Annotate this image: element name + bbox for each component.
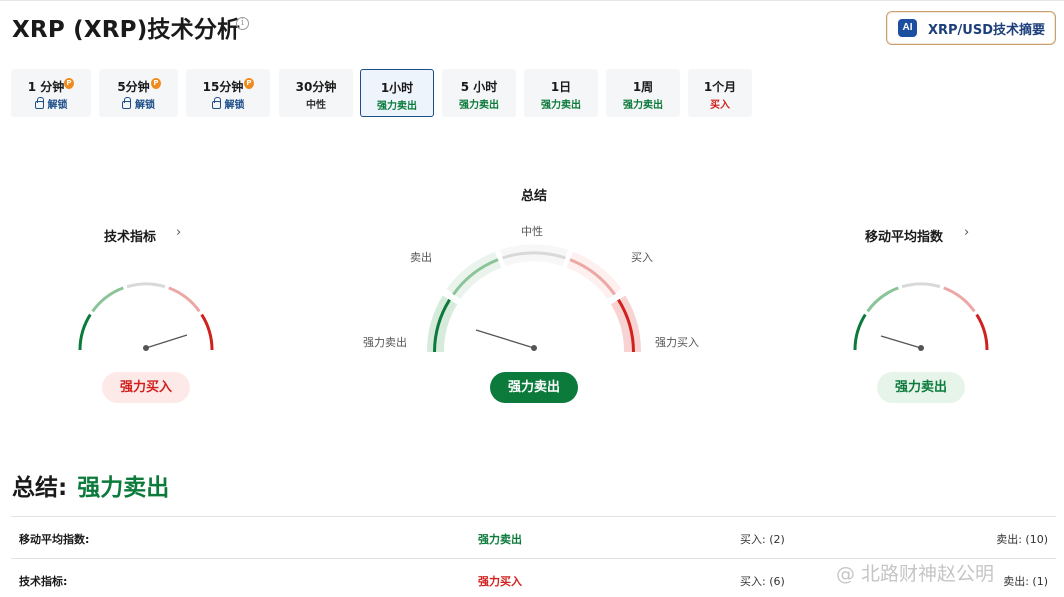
ai-summary-label: XRP/USD技术摘要 <box>928 22 1046 38</box>
tab-sub: 解锁 <box>11 96 91 111</box>
tab-label: 1个月 <box>703 80 737 94</box>
summary-gauge <box>426 244 642 353</box>
gauge-needle <box>475 329 535 349</box>
gauge-pivot <box>143 345 149 351</box>
gauge-label-neutral: 中性 <box>521 225 543 238</box>
row-value: 强力卖出 <box>478 533 522 546</box>
tab-sub: 中性 <box>306 100 326 111</box>
table-row: 移动平均指数: 强力卖出 买入: (2) 卖出: (10) <box>11 516 1056 558</box>
row-name: 技术指标: <box>19 575 68 588</box>
gauge-seg-sell <box>91 286 124 313</box>
gauge-pivot <box>531 345 537 351</box>
gauge-seg-strong-sell <box>78 313 92 351</box>
gauge-needle <box>145 334 188 349</box>
lock-icon <box>211 97 221 109</box>
gauge-needle <box>880 335 922 349</box>
lock-icon <box>34 97 44 109</box>
gauge-fill-strong-buy <box>610 295 642 352</box>
tab-label: 1小时 <box>380 81 414 95</box>
chevron-right-icon[interactable]: › <box>964 225 969 240</box>
gauge-seg-buy <box>943 286 976 313</box>
gauge-seg-buy <box>168 286 201 313</box>
summary-result-badge: 强力卖出 <box>490 372 578 403</box>
tab-1week[interactable]: 1周 强力卖出 <box>606 69 680 117</box>
gauge-seg-strong-buy <box>200 313 214 351</box>
ai-summary-button[interactable]: AI XRP/USD技术摘要 <box>886 11 1056 45</box>
tab-sub: 解锁 <box>186 96 270 111</box>
technical-gauge <box>78 282 214 351</box>
moving-avg-result-badge: 强力卖出 <box>877 372 965 403</box>
tab-sub: 强力卖出 <box>377 101 417 112</box>
tab-sub: 强力卖出 <box>623 100 663 111</box>
gauge-label-strong-sell: 强力卖出 <box>363 336 407 349</box>
row-buy-count: 买入: (2) <box>740 533 785 546</box>
gauge-label-strong-buy: 强力买入 <box>655 336 699 349</box>
row-buy-count: 买入: (6) <box>740 575 785 588</box>
tab-sub: 买入 <box>710 100 730 111</box>
tab-1day[interactable]: 1日 强力卖出 <box>524 69 598 117</box>
moving-avg-gauge <box>853 282 989 351</box>
top-divider <box>0 0 1064 1</box>
watermark: @ 北路财神赵公明 <box>836 563 995 585</box>
info-icon[interactable]: i <box>236 17 249 30</box>
summary-heading: 总结: 强力卖出 <box>12 468 169 502</box>
gauge-seg-neutral <box>901 282 941 289</box>
technical-result-badge: 强力买入 <box>102 372 190 403</box>
gauge-seg-strong-sell <box>853 313 867 351</box>
row-sell-count: 卖出: (1) <box>1003 575 1048 588</box>
tab-5hour[interactable]: 5 小时 强力卖出 <box>442 69 516 117</box>
tab-15min[interactable]: 15分钟 P 解锁 <box>186 69 270 117</box>
lock-icon <box>122 97 131 109</box>
technical-gauge-title[interactable]: 技术指标 <box>104 226 156 245</box>
row-name: 移动平均指数: <box>19 533 90 546</box>
row-sell-count: 卖出: (10) <box>996 533 1048 546</box>
row-value: 强力买入 <box>478 575 522 588</box>
tab-sub: 强力卖出 <box>541 100 581 111</box>
tab-label: 1日 <box>550 80 572 94</box>
tab-5min[interactable]: 5分钟 P 解锁 <box>99 69 178 117</box>
tab-1month[interactable]: 1个月 买入 <box>688 69 752 117</box>
page-title: XRP (XRP)技术分析 <box>12 17 241 43</box>
summary-heading-value: 强力卖出 <box>77 475 170 501</box>
tab-label: 1周 <box>632 80 654 94</box>
gauge-pivot <box>918 345 924 351</box>
tab-label: 30分钟 <box>295 80 337 94</box>
gauge-seg-strong-buy <box>975 313 989 351</box>
tab-sub: 解锁 <box>99 96 178 111</box>
summary-gauge-title: 总结 <box>521 189 548 204</box>
gauge-fill-strong-sell <box>426 295 458 352</box>
gauge-seg-neutral <box>126 282 166 289</box>
tab-1min[interactable]: 1 分钟 P 解锁 <box>11 69 91 117</box>
gauge-seg-sell <box>866 286 899 313</box>
tab-30min[interactable]: 30分钟 中性 <box>279 69 353 117</box>
chevron-right-icon[interactable]: › <box>176 225 181 240</box>
tab-1hour[interactable]: 1小时 强力卖出 <box>360 69 434 117</box>
summary-heading-label: 总结: <box>12 475 68 501</box>
ai-icon: AI <box>898 19 917 37</box>
tab-label: 5 小时 <box>460 80 498 94</box>
tab-sub: 强力卖出 <box>459 100 499 111</box>
moving-avg-gauge-title[interactable]: 移动平均指数 <box>865 226 943 245</box>
